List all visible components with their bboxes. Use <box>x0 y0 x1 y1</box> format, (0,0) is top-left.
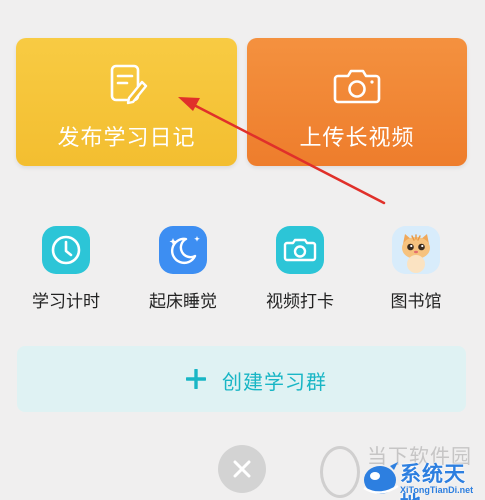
library-label: 图书馆 <box>390 292 442 311</box>
upload-long-video-card[interactable]: 上传长视频 <box>247 38 467 166</box>
publish-study-diary-label: 发布学习日记 <box>57 125 196 150</box>
upload-long-video-label: 上传长视频 <box>299 125 415 150</box>
study-timer-tool[interactable]: 学习计时 <box>16 226 116 316</box>
create-study-group-label: 创建学习群 <box>222 372 327 394</box>
edit-note-icon <box>110 64 147 105</box>
clock-icon <box>42 226 90 274</box>
watermark-ring <box>320 446 360 498</box>
wake-sleep-tool[interactable]: 起床睡觉 <box>133 226 233 316</box>
create-study-group-button[interactable]: 创建学习群 <box>17 346 466 412</box>
close-icon <box>233 460 251 478</box>
camera-icon <box>276 226 324 274</box>
cat-avatar-icon <box>392 226 440 274</box>
watermark-url: XiTongTianDi.net <box>400 485 474 495</box>
watermark-logo-icon <box>363 462 399 494</box>
plus-icon <box>186 369 206 389</box>
video-checkin-tool[interactable]: 视频打卡 <box>250 226 350 316</box>
camera-icon <box>333 69 381 104</box>
study-timer-label: 学习计时 <box>32 292 100 311</box>
close-button[interactable] <box>218 445 266 493</box>
moon-stars-icon <box>159 226 207 274</box>
video-checkin-label: 视频打卡 <box>266 292 334 311</box>
library-tool[interactable]: 图书馆 <box>366 226 466 316</box>
wake-sleep-label: 起床睡觉 <box>149 292 217 311</box>
publish-study-diary-card[interactable]: 发布学习日记 <box>16 38 237 166</box>
